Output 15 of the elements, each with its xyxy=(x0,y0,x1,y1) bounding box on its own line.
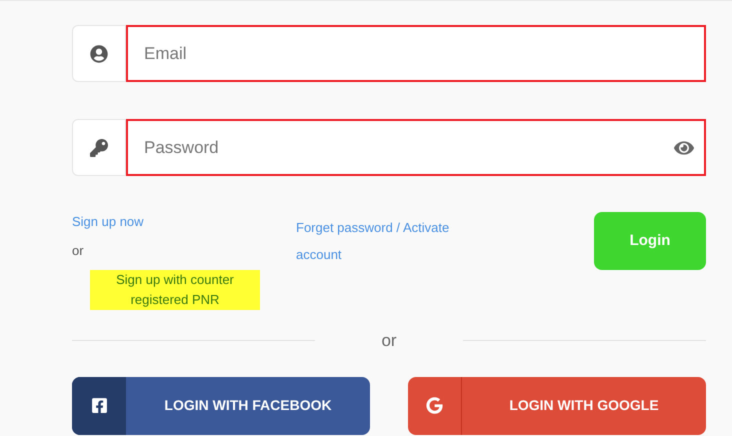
input-field[interactable]: Password xyxy=(126,119,706,176)
divider-text: or xyxy=(380,330,398,352)
button-label: LOGIN WITH GOOGLE xyxy=(508,396,660,415)
google-icon xyxy=(426,397,443,414)
counter-signup-link[interactable]: Sign up with counter registered PNR xyxy=(90,270,260,310)
facebook-login-button[interactable]: LOGIN WITH FACEBOOK xyxy=(72,376,370,434)
forgot-password-link[interactable]: Forget password / Activate account xyxy=(296,214,496,312)
input-field[interactable]: Email xyxy=(126,25,706,82)
key-icon xyxy=(90,138,108,156)
user-icon xyxy=(90,44,108,62)
google-login-button[interactable]: LOGIN WITH GOOGLE xyxy=(408,376,706,434)
facebook-icon xyxy=(90,397,108,414)
button-label: LOGIN WITH FACEBOOK xyxy=(163,396,333,415)
or-text: or xyxy=(72,242,85,260)
sign-up-link[interactable]: Sign up now xyxy=(72,212,296,232)
